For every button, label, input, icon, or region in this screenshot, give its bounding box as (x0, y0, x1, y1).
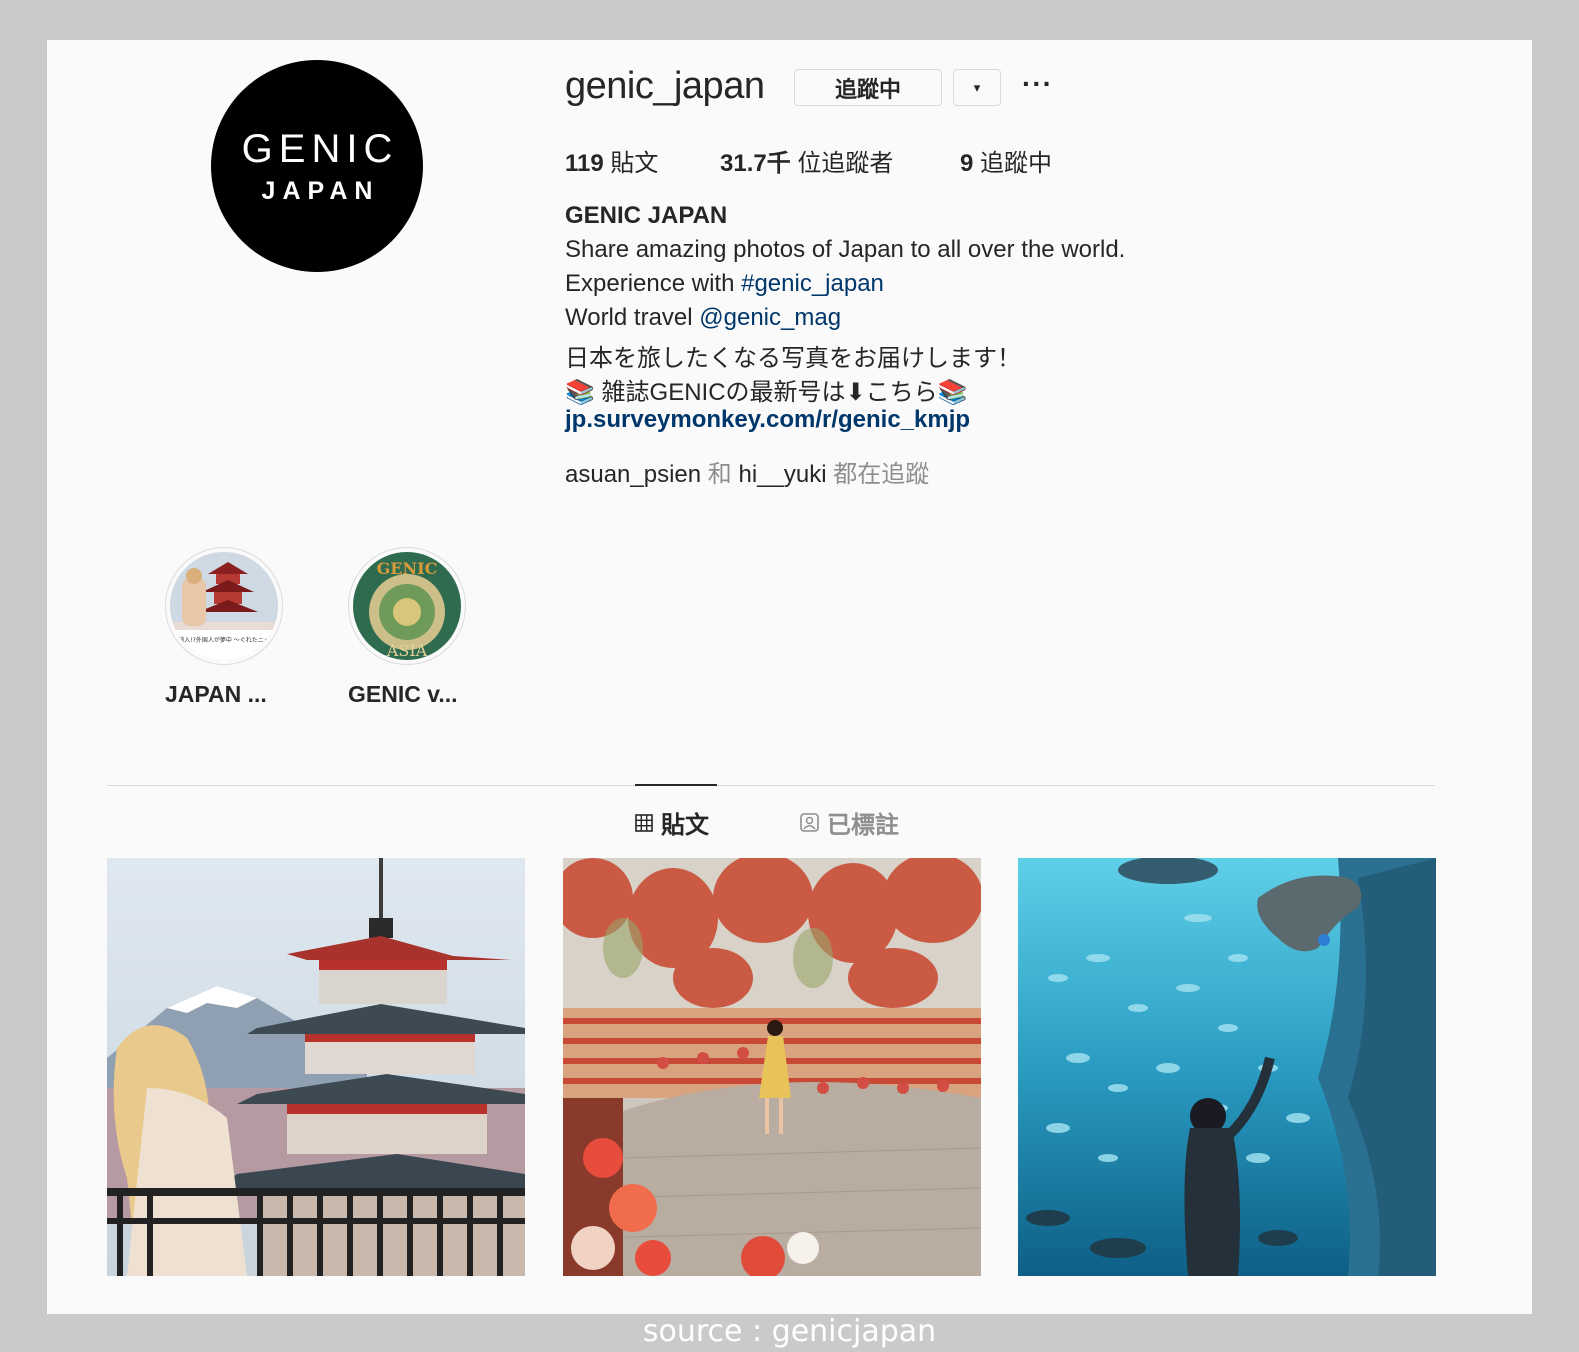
post-3-image (1018, 858, 1436, 1276)
profile-page: GENIC JAPAN genic_japan 追蹤中 ▾ ··· 119 貼文… (47, 40, 1532, 1314)
post-thumbnail-3[interactable] (1018, 858, 1436, 1276)
followed-by-conjunction: 和 (707, 461, 732, 488)
posts-count-label: 貼文 (610, 150, 659, 177)
bio-line-3-text: World travel (565, 304, 700, 331)
bio-line-1: Share amazing photos of Japan to all ove… (565, 236, 1126, 263)
highlight-japan-label: JAPAN ... (165, 681, 267, 707)
highlight-genic-thumb-top: GENIC (377, 559, 438, 578)
post-1-image (107, 858, 525, 1276)
followers-stat[interactable]: 31.7千 位追蹤者 (720, 143, 893, 178)
chevron-down-icon: ▾ (973, 79, 981, 95)
highlight-genic-label: GENIC v... (348, 681, 458, 707)
avatar-logo-line2: JAPAN (261, 176, 380, 205)
grid-icon (635, 813, 653, 832)
tab-posts[interactable]: 貼文 (635, 805, 709, 840)
website-link[interactable]: jp.surveymonkey.com/r/genic_kmjp (565, 406, 970, 434)
following-count: 9 (960, 150, 974, 177)
highlight-japan[interactable]: まさかの逆輸入!?外国人が夢中 〜ぐれたニッポンのペ〜 (165, 547, 283, 665)
suggestions-dropdown-button[interactable]: ▾ (953, 69, 1001, 106)
bio-line-3: World travel @genic_mag (565, 304, 841, 332)
posts-count: 119 (565, 150, 604, 177)
hashtag-link[interactable]: #genic_japan (741, 270, 884, 297)
profile-avatar[interactable]: GENIC JAPAN (211, 60, 423, 272)
highlight-genic[interactable]: GENIC ASIA (348, 547, 466, 665)
followed-by-user-2[interactable]: hi__yuki (738, 461, 826, 488)
posts-count-stat: 119 貼文 (565, 143, 658, 178)
followers-label: 位追蹤者 (797, 150, 894, 177)
tab-tagged-label: 已標註 (827, 812, 899, 839)
highlight-japan-thumb-text: まさかの逆輸入!?外国人が夢中 〜ぐれたニッポンのペ〜 (170, 636, 278, 644)
post-2-image (563, 858, 981, 1276)
source-caption: source : genicjapan (642, 1314, 937, 1349)
more-options-icon[interactable]: ··· (1022, 68, 1053, 100)
bio-line-4: 日本を旅したくなる写真をお届けします！ (565, 345, 1021, 372)
profile-full-name: GENIC JAPAN (565, 202, 728, 229)
profile-username: genic_japan (565, 65, 765, 107)
following-button[interactable]: 追蹤中 (794, 69, 942, 106)
highlight-japan-thumbnail: まさかの逆輸入!?外国人が夢中 〜ぐれたニッポンのペ〜 (170, 552, 278, 660)
following-label: 追蹤中 (980, 150, 1053, 177)
highlight-genic-thumbnail: GENIC ASIA (353, 552, 461, 660)
bio-line-2-text: Experience with (565, 270, 742, 297)
followed-by-user-1[interactable]: asuan_psien (565, 461, 701, 488)
following-stat[interactable]: 9 追蹤中 (960, 143, 1052, 178)
highlight-genic-thumb-bottom: ASIA (386, 641, 428, 660)
bio-line-5: 📚 雑誌GENICの最新号は⬇こちら📚 (565, 379, 968, 406)
tagged-user-icon (800, 813, 819, 832)
tab-posts-label: 貼文 (661, 812, 709, 839)
avatar-logo-line1: GENIC (241, 126, 399, 171)
post-thumbnail-2[interactable] (563, 858, 981, 1276)
followers-count: 31.7千 (720, 150, 791, 177)
mention-link[interactable]: @genic_mag (699, 304, 841, 331)
followed-by[interactable]: asuan_psien 和 hi__yuki 都在追蹤 (565, 454, 929, 489)
tab-tagged[interactable]: 已標註 (800, 805, 899, 840)
bio-line-2: Experience with #genic_japan (565, 270, 884, 298)
tabs-divider (107, 785, 1435, 786)
active-tab-indicator (635, 784, 717, 786)
followed-by-suffix: 都在追蹤 (833, 461, 930, 488)
post-thumbnail-1[interactable] (107, 858, 525, 1276)
